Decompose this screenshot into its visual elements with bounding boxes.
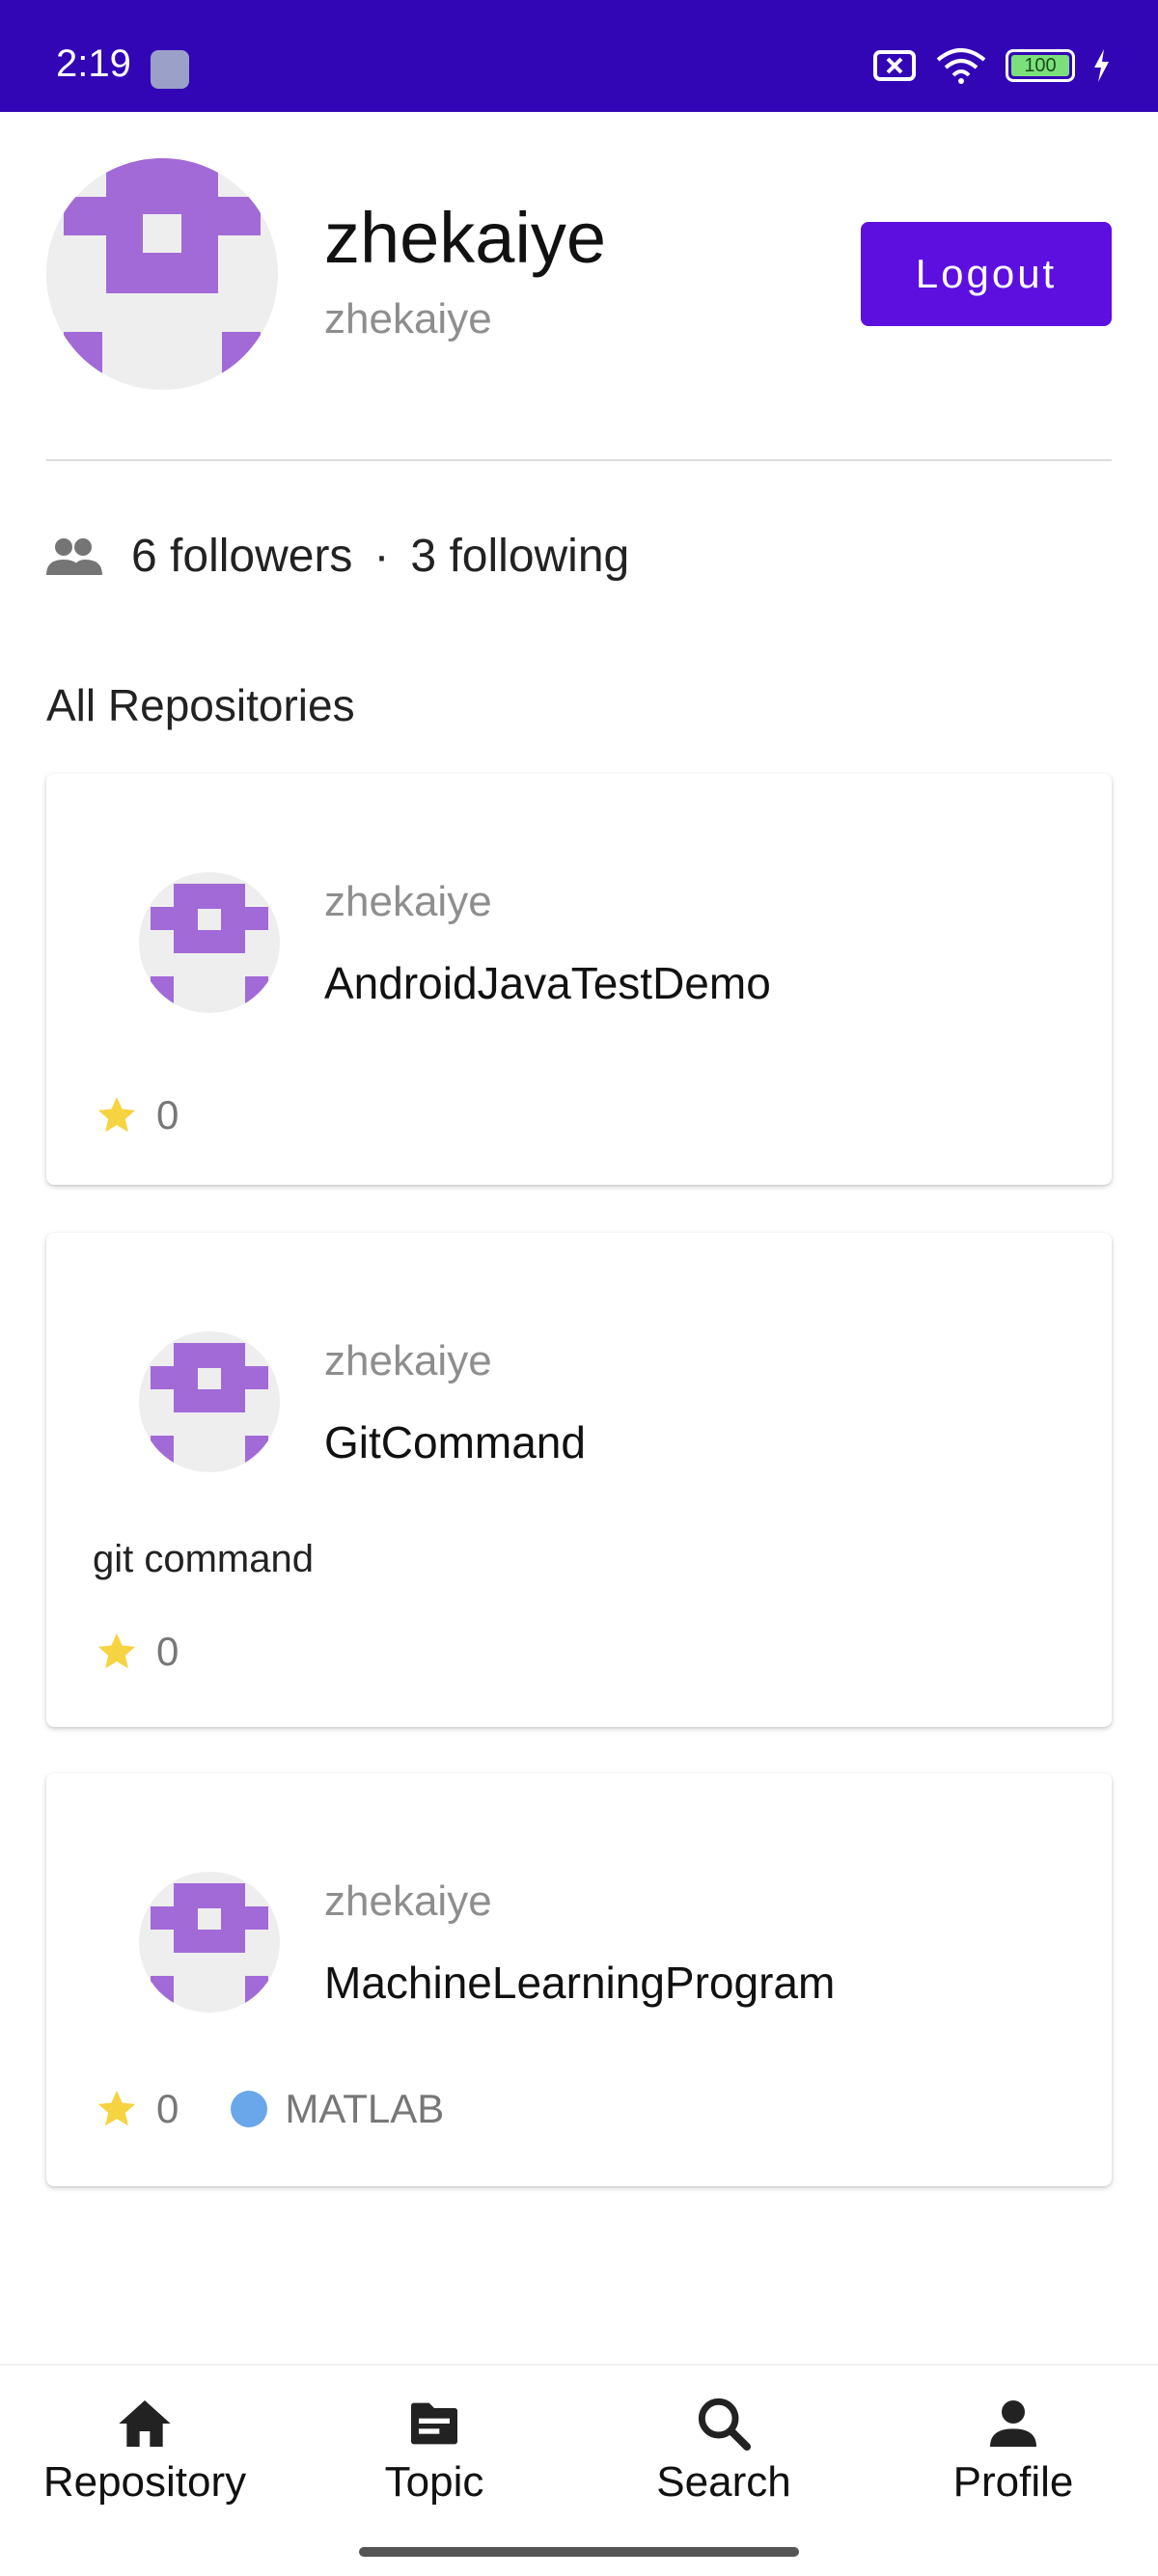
nav-label: Topic bbox=[384, 2458, 484, 2506]
repo-meta: 0 bbox=[95, 1092, 179, 1138]
star-icon bbox=[97, 1632, 136, 1669]
repo-language: MATLAB bbox=[285, 2086, 445, 2131]
nav-label: Search bbox=[656, 2458, 791, 2506]
wrench-icon bbox=[151, 50, 189, 89]
language-dot bbox=[231, 2091, 268, 2127]
repo-owner: zhekaiye bbox=[324, 1877, 492, 1925]
following-count[interactable]: 3 following bbox=[410, 530, 629, 583]
charging-icon bbox=[1094, 49, 1109, 82]
avatar[interactable] bbox=[46, 158, 278, 390]
battery-icon: 100 bbox=[1006, 49, 1075, 82]
nav-label: Profile bbox=[952, 2458, 1074, 2506]
divider bbox=[46, 459, 1112, 461]
repo-name: GitCommand bbox=[324, 1417, 586, 1467]
owner-avatar bbox=[139, 872, 280, 1013]
battery-level: 100 bbox=[1011, 55, 1069, 76]
owner-avatar bbox=[139, 1331, 280, 1472]
repo-card[interactable]: zhekaiye GitCommand git command 0 bbox=[46, 1233, 1112, 1727]
bottom-nav: Repository Topic Search Profile bbox=[0, 2364, 1158, 2576]
home-indicator[interactable] bbox=[359, 2547, 799, 2557]
repo-meta: 0 bbox=[95, 1629, 179, 1675]
profile-name: zhekaiye bbox=[324, 198, 607, 278]
follow-stats: 6 followers · 3 following bbox=[46, 529, 629, 583]
section-title: All Repositories bbox=[46, 680, 355, 730]
wifi-icon bbox=[936, 48, 986, 84]
repo-description: git command bbox=[93, 1538, 314, 1580]
star-count: 0 bbox=[156, 1629, 179, 1674]
followers-count[interactable]: 6 followers bbox=[131, 530, 352, 583]
status-bar: 2:19 100 bbox=[0, 0, 1158, 112]
repo-card[interactable]: zhekaiye MachineLearningProgram 0 MATLAB bbox=[46, 1773, 1112, 2186]
home-icon bbox=[119, 2400, 171, 2447]
person-icon bbox=[990, 2400, 1036, 2447]
repo-card[interactable]: zhekaiye AndroidJavaTestDemo 0 bbox=[46, 774, 1112, 1185]
profile-login: zhekaiye bbox=[324, 295, 492, 343]
repo-name: MachineLearningProgram bbox=[324, 1958, 836, 2008]
separator: · bbox=[373, 530, 390, 582]
topic-icon bbox=[411, 2402, 457, 2445]
search-icon bbox=[698, 2398, 751, 2451]
profile-header: zhekaiye zhekaiye Logout bbox=[46, 158, 1112, 390]
star-count: 0 bbox=[156, 1092, 179, 1137]
star-icon bbox=[97, 1096, 136, 1133]
star-icon bbox=[97, 2090, 136, 2126]
star-count: 0 bbox=[156, 2086, 179, 2131]
sim-off-icon bbox=[873, 50, 916, 81]
repo-owner: zhekaiye bbox=[324, 878, 492, 925]
repo-name: AndroidJavaTestDemo bbox=[324, 958, 771, 1008]
owner-avatar bbox=[139, 1872, 280, 2013]
people-icon bbox=[46, 538, 102, 575]
nav-profile[interactable]: Profile bbox=[868, 2393, 1158, 2507]
nav-repository[interactable]: Repository bbox=[0, 2393, 290, 2507]
logout-button[interactable]: Logout bbox=[861, 222, 1112, 326]
nav-topic[interactable]: Topic bbox=[290, 2393, 579, 2507]
status-time: 2:19 bbox=[56, 42, 131, 85]
status-icons: 100 bbox=[872, 46, 1110, 85]
nav-search[interactable]: Search bbox=[579, 2393, 868, 2507]
nav-label: Repository bbox=[42, 2458, 247, 2506]
repo-owner: zhekaiye bbox=[324, 1337, 492, 1384]
repo-meta: 0 MATLAB bbox=[95, 2086, 444, 2132]
